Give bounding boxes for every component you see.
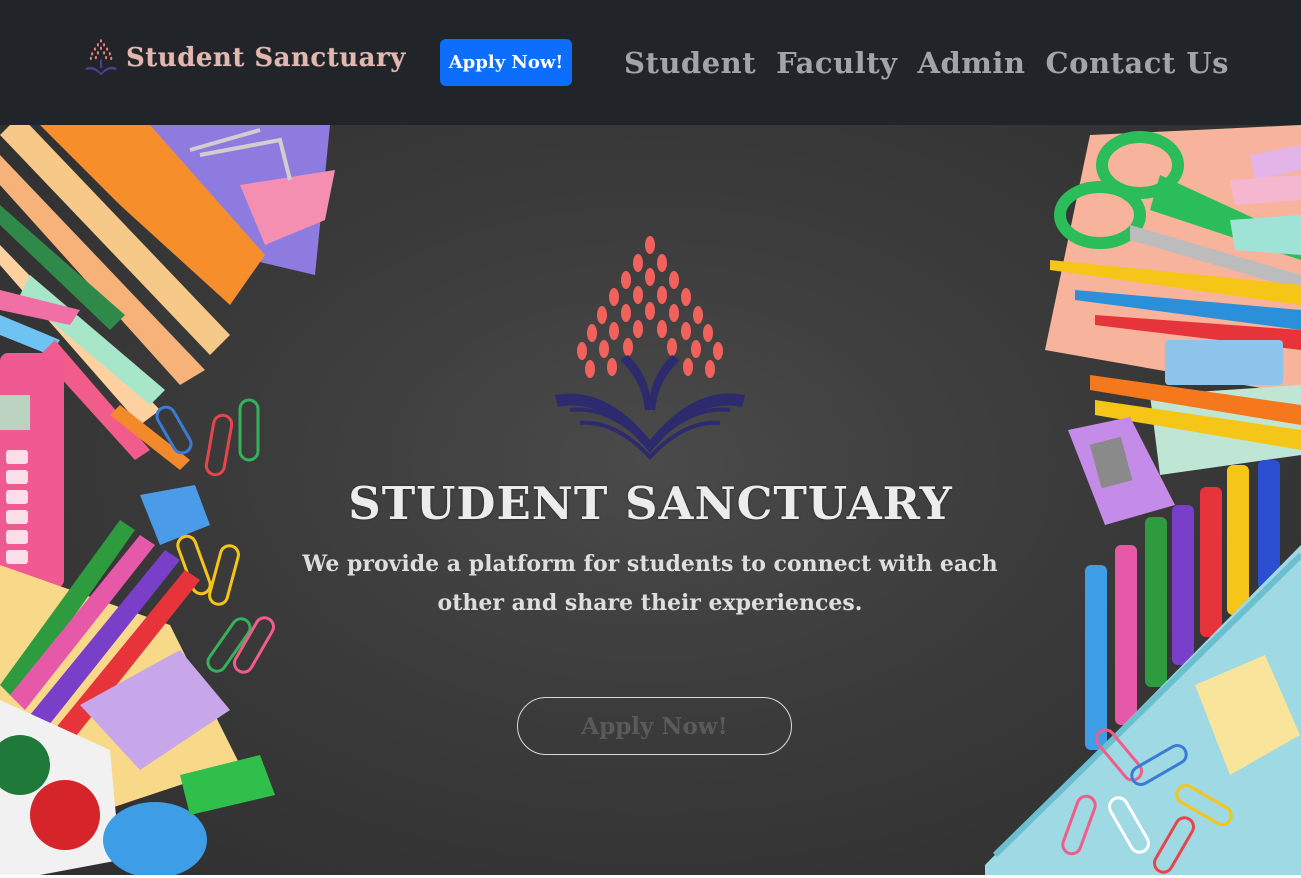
brand-name: Student Sanctuary [126,43,406,73]
top-navbar: Student Sanctuary Apply Now! Student Fac… [0,0,1301,125]
nav-link-admin[interactable]: Admin [917,46,1025,80]
nav-link-student[interactable]: Student [624,46,756,80]
apply-now-button[interactable]: Apply Now! [440,39,572,86]
brand-link[interactable]: Student Sanctuary [84,36,406,80]
tree-book-logo-icon [555,236,745,460]
nav-link-faculty[interactable]: Faculty [776,46,897,80]
tree-book-logo-icon [85,39,117,76]
hero-apply-now-button[interactable]: Apply Now! [517,697,792,755]
nav-links: Student Faculty Admin Contact Us [624,40,1229,86]
hero-title: STUDENT SANCTUARY [348,477,953,530]
hero-description: We provide a platform for students to co… [302,551,998,616]
nav-link-contact-us[interactable]: Contact Us [1046,46,1229,80]
hero-section: STUDENT SANCTUARY We provide a platform … [0,125,1301,875]
